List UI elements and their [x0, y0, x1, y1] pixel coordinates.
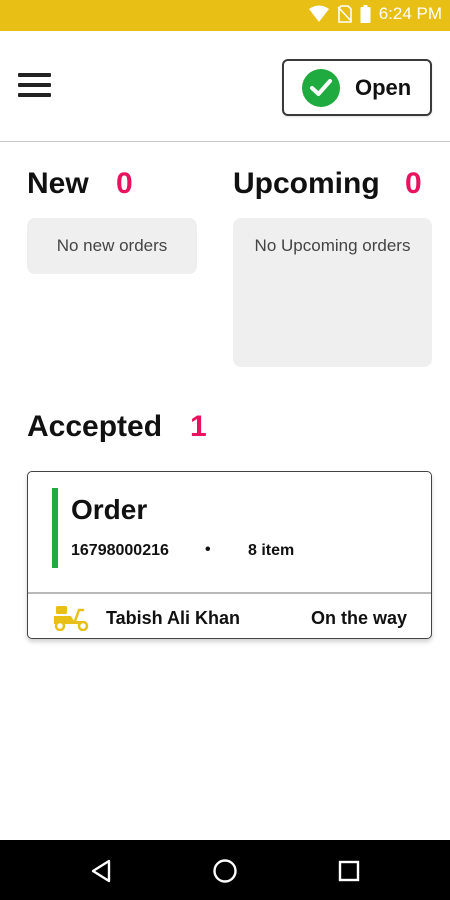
android-nav-bar	[0, 840, 450, 900]
status-bar: 6:24 PM	[0, 0, 450, 31]
wifi-icon	[308, 5, 330, 23]
order-separator: •	[205, 541, 211, 558]
upcoming-section-title: Upcoming	[233, 167, 380, 200]
status-icons: 6:24 PM	[308, 4, 442, 24]
no-sim-icon	[337, 5, 352, 23]
upcoming-orders-empty-text: No Upcoming orders	[254, 236, 411, 255]
open-label: Open	[355, 74, 412, 100]
order-title: Order	[71, 494, 148, 525]
open-status-button[interactable]: Open	[282, 59, 432, 116]
upcoming-orders-empty-card: No Upcoming orders	[233, 218, 432, 367]
accepted-order-card[interactable]: Order 16798000216 • 8 item Tabish Ali Kh…	[27, 471, 432, 639]
new-section-title: New	[27, 167, 89, 200]
check-circle-icon	[302, 68, 340, 107]
rider-name: Tabish Ali Khan	[106, 608, 241, 628]
scooter-icon	[51, 605, 91, 636]
back-icon[interactable]	[84, 854, 118, 888]
new-count: 0	[116, 167, 133, 200]
accepted-section-title: Accepted	[27, 410, 163, 443]
upcoming-count: 0	[405, 167, 422, 200]
new-orders-empty-text: No new orders	[56, 236, 168, 255]
order-number: 16798000216	[71, 542, 169, 559]
battery-icon	[360, 5, 371, 23]
accepted-count: 1	[190, 410, 207, 443]
recents-icon[interactable]	[332, 854, 366, 888]
app-header: Open	[0, 31, 450, 142]
status-time: 6:24 PM	[378, 4, 442, 23]
hamburger-menu-icon[interactable]	[18, 73, 52, 99]
order-item-count: 8 item	[248, 542, 295, 559]
delivery-status: On the way	[310, 608, 407, 628]
order-status-bar	[52, 488, 58, 568]
home-icon[interactable]	[208, 854, 242, 888]
new-orders-empty-card: No new orders	[27, 218, 197, 274]
order-card-divider	[28, 592, 431, 594]
